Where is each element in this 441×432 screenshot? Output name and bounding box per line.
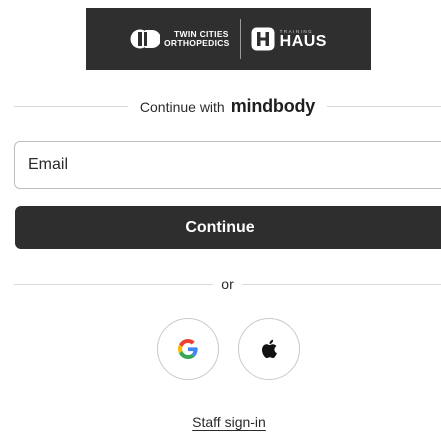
continue-with-divider: Continue with mindbody: [14, 94, 441, 118]
tco-mark-icon: [130, 29, 160, 49]
continue-with-label: Continue with mindbody: [128, 96, 327, 117]
haus-wordmark: TRAINING HAUS: [279, 29, 327, 50]
divider-line-right: [241, 283, 441, 285]
divider-line-right: [327, 105, 441, 107]
divider-line-left: [14, 283, 214, 285]
logo-divider: [239, 19, 241, 59]
training-haus-logo: TRAINING HAUS: [251, 27, 327, 51]
google-sign-in-button[interactable]: [157, 318, 219, 380]
twin-cities-orthopedics-logo: TWIN CITIES ORTHOPEDICS: [130, 29, 230, 49]
apple-sign-in-button[interactable]: [238, 318, 300, 380]
brand-logo-banner: TWIN CITIES ORTHOPEDICS TRAINING HAUS: [86, 8, 371, 70]
haus-big-text: HAUS: [279, 33, 327, 50]
login-page: TWIN CITIES ORTHOPEDICS TRAINING HAUS Co…: [0, 0, 441, 432]
google-icon: [178, 339, 198, 359]
mindbody-logo: mindbody: [230, 95, 316, 116]
continue-button-label: Continue: [185, 218, 255, 236]
email-field[interactable]: [14, 141, 441, 189]
apple-icon: [262, 339, 277, 359]
or-label: or: [221, 276, 234, 292]
staff-sign-in-link[interactable]: Staff sign-in: [0, 414, 441, 430]
tco-wordmark: TWIN CITIES ORTHOPEDICS: [164, 30, 230, 48]
divider-line-left: [14, 105, 128, 107]
haus-mark-icon: [251, 27, 275, 51]
tco-line2: ORTHOPEDICS: [164, 38, 230, 48]
continue-with-text: Continue with: [139, 98, 225, 115]
continue-button[interactable]: Continue: [15, 206, 441, 249]
or-divider: or: [14, 274, 441, 294]
